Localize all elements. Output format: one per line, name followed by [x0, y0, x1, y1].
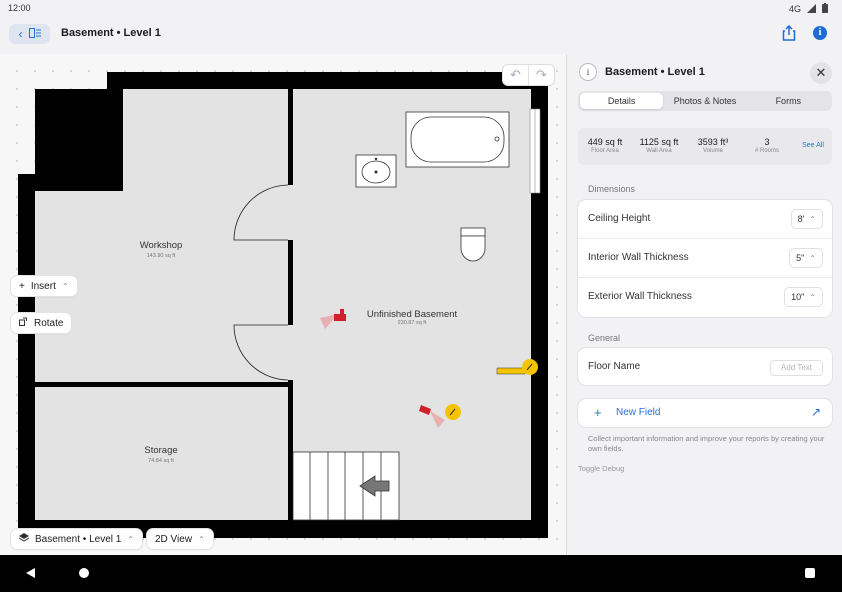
dimensions-card: Ceiling Height 8' ⌃ Interior Wall Thickn…	[578, 200, 832, 317]
floor-plan: Workshop 143.90 sq ft Unfinished Basemen…	[0, 54, 566, 555]
room-area-storage: 74.84 sq ft	[148, 458, 174, 464]
nav-recents-icon[interactable]	[805, 568, 815, 578]
stat-rooms: 3 # Rooms	[740, 128, 794, 165]
rotate-icon	[19, 317, 28, 329]
stat-value: 3593 ft³	[686, 137, 740, 147]
status-bar: 12:00 4G	[0, 0, 842, 16]
info-icon[interactable]: i	[813, 26, 827, 40]
plus-icon: +	[594, 405, 602, 420]
floor-name-row: Floor Name Add Text	[578, 348, 832, 385]
dimension-label: Ceiling Height	[588, 213, 650, 224]
stat-value: 3	[740, 137, 794, 147]
undo-icon[interactable]: ↶	[503, 65, 528, 85]
plus-icon: +	[19, 281, 25, 292]
stat-label: Floor Area	[578, 148, 632, 154]
chevron-updown-icon: ⌃	[809, 254, 816, 263]
stat-value: 449 sq ft	[578, 137, 632, 147]
chevron-updown-icon: ⌃	[62, 282, 69, 291]
info-icon: i	[579, 63, 597, 81]
ceiling-height-stepper[interactable]: 8' ⌃	[791, 209, 823, 229]
chevron-updown-icon: ⌃	[809, 215, 816, 224]
dimension-row: Interior Wall Thickness 5" ⌃	[578, 239, 832, 278]
page-title: Basement • Level 1	[61, 27, 161, 39]
close-icon: ✕	[816, 65, 827, 80]
panel-tabs: Details Photos & Notes Forms	[578, 91, 832, 111]
help-text: Collect important information and improv…	[588, 434, 828, 454]
new-field-button[interactable]: + New Field ↗	[578, 399, 832, 427]
room-label-unfinished-basement: Unfinished Basement	[367, 309, 458, 320]
stepper-value: 8'	[798, 214, 805, 224]
back-button[interactable]: ‹	[9, 24, 50, 44]
layers-icon	[19, 533, 29, 545]
floor-plan-canvas[interactable]: Workshop 143.90 sq ft Unfinished Basemen…	[0, 54, 566, 555]
view-selector[interactable]: 2D View ⌃	[147, 529, 213, 549]
rotate-button[interactable]: Rotate	[11, 313, 71, 333]
stat-label: Wall Area	[632, 148, 686, 154]
chevron-updown-icon: ⌃	[127, 535, 134, 544]
stat-label: Volume	[686, 148, 740, 154]
stat-wall-area: 1125 sq ft Wall Area	[632, 128, 686, 165]
battery-icon	[822, 3, 828, 15]
redo-icon[interactable]: ↷	[528, 65, 554, 85]
close-button[interactable]: ✕	[810, 62, 832, 84]
room-label-workshop: Workshop	[140, 240, 183, 251]
note-pin	[522, 359, 538, 375]
tab-photos-notes[interactable]: Photos & Notes	[663, 93, 746, 109]
floor-name-input[interactable]: Add Text	[770, 360, 823, 376]
stepper-value: 5"	[796, 253, 804, 263]
stats-summary: 449 sq ft Floor Area 1125 sq ft Wall Are…	[578, 128, 832, 165]
note-pin	[445, 404, 461, 420]
room-area-unfinished-basement: 230.87 sq ft	[398, 320, 427, 326]
panel-title: Basement • Level 1	[605, 66, 705, 78]
stat-label: # Rooms	[740, 148, 794, 154]
dimension-label: Exterior Wall Thickness	[588, 291, 692, 302]
dimension-row: Ceiling Height 8' ⌃	[578, 200, 832, 239]
room-label-storage: Storage	[144, 445, 177, 456]
stat-floor-area: 449 sq ft Floor Area	[578, 128, 632, 165]
insert-label: Insert	[31, 281, 56, 292]
toggle-debug-link[interactable]: Toggle Debug	[578, 464, 624, 473]
network-label: 4G	[789, 4, 801, 14]
tab-details[interactable]: Details	[580, 93, 663, 109]
chevron-updown-icon: ⌃	[809, 293, 816, 302]
stepper-value: 10"	[791, 292, 804, 302]
interior-wall-thickness-stepper[interactable]: 5" ⌃	[789, 248, 823, 268]
panel-header: i Basement • Level 1	[579, 62, 835, 82]
app-bar: ‹ Basement • Level 1 i	[0, 16, 842, 54]
chevron-updown-icon: ⌃	[198, 535, 205, 544]
view-selector-label: 2D View	[155, 534, 192, 545]
share-icon[interactable]	[782, 25, 796, 46]
floors-icon	[29, 27, 41, 41]
nav-home-icon[interactable]	[79, 568, 89, 578]
arrow-up-right-icon: ↗	[811, 405, 821, 419]
system-nav-bar	[0, 555, 842, 592]
stat-volume: 3593 ft³ Volume	[686, 128, 740, 165]
see-all-link[interactable]: See All	[794, 128, 832, 165]
dimension-row: Exterior Wall Thickness 10" ⌃	[578, 278, 832, 317]
signal-icon	[807, 4, 816, 15]
room-area-workshop: 143.90 sq ft	[147, 253, 176, 259]
nav-back-icon[interactable]	[26, 568, 35, 578]
details-panel: i Basement • Level 1 ✕ Details Photos & …	[566, 54, 842, 555]
floor-name-label: Floor Name	[588, 361, 640, 372]
insert-button[interactable]: + Insert ⌃	[11, 276, 77, 296]
status-time: 12:00	[8, 3, 31, 13]
dimension-label: Interior Wall Thickness	[588, 252, 689, 263]
undo-redo-group: ↶ ↷	[502, 64, 555, 86]
tab-forms[interactable]: Forms	[747, 93, 830, 109]
level-selector-label: Basement • Level 1	[35, 534, 121, 545]
section-label-general: General	[588, 333, 620, 343]
rotate-label: Rotate	[34, 318, 63, 329]
exterior-wall-thickness-stepper[interactable]: 10" ⌃	[784, 287, 823, 307]
new-field-label: New Field	[616, 407, 660, 418]
section-label-dimensions: Dimensions	[588, 184, 635, 194]
stat-value: 1125 sq ft	[632, 137, 686, 147]
chevron-left-icon: ‹	[19, 27, 23, 41]
level-selector[interactable]: Basement • Level 1 ⌃	[11, 529, 142, 549]
general-card: Floor Name Add Text	[578, 348, 832, 385]
